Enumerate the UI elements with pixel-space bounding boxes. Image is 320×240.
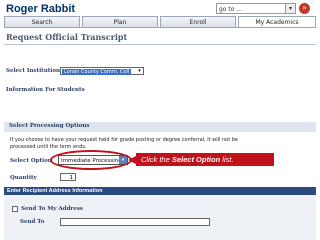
user-name: Roger Rabbit bbox=[6, 3, 76, 15]
goto-select-value: go to ... bbox=[219, 6, 243, 13]
institution-select[interactable]: Lorain County Comm. Coll ▾ bbox=[60, 67, 144, 75]
processing-section-header: Select Processing Options bbox=[4, 122, 316, 132]
callout-suffix: list. bbox=[220, 155, 234, 164]
go-button[interactable]: » bbox=[299, 3, 310, 14]
title-divider bbox=[4, 44, 316, 45]
page-title: Request Official Transcript bbox=[6, 32, 128, 42]
institution-select-value: Lorain County Comm. Coll bbox=[62, 69, 132, 75]
nav-tabs: Search Plan Enroll My Academics bbox=[4, 16, 316, 27]
quantity-label: Quantity bbox=[10, 175, 37, 181]
processing-note: If you choose to have your request held … bbox=[10, 137, 239, 150]
tab-my-academics[interactable]: My Academics bbox=[238, 16, 316, 27]
send-to-my-address-checkbox[interactable] bbox=[12, 206, 18, 212]
select-option-label: Select Option bbox=[10, 158, 52, 164]
tab-search[interactable]: Search bbox=[4, 16, 80, 27]
tab-enroll[interactable]: Enroll bbox=[160, 16, 236, 27]
instruction-callout: Click the Select Option list. bbox=[136, 153, 274, 166]
send-to-my-address-label: Send To My Address bbox=[21, 206, 84, 212]
quantity-input[interactable]: 1 bbox=[60, 173, 76, 181]
callout-emphasis: Select Option bbox=[171, 155, 221, 164]
chevron-down-icon[interactable]: ▾ bbox=[136, 68, 143, 74]
send-to-label: Send To bbox=[20, 219, 45, 225]
goto-select[interactable]: go to ... ▾ bbox=[216, 3, 296, 14]
callout-pointer bbox=[128, 156, 136, 164]
chevron-down-icon[interactable]: ▾ bbox=[285, 4, 295, 13]
send-to-input[interactable] bbox=[60, 218, 210, 226]
institution-label: Select Institution bbox=[6, 68, 60, 74]
tabs-divider bbox=[4, 27, 316, 28]
callout-prefix: Click the bbox=[141, 155, 172, 164]
address-section-header: Enter Recipient Address Information bbox=[4, 187, 316, 195]
tab-plan[interactable]: Plan bbox=[82, 16, 158, 27]
highlight-ring bbox=[50, 150, 132, 170]
information-for-students-label: Information For Students bbox=[6, 87, 85, 93]
address-section-title: Enter Recipient Address Information bbox=[7, 188, 103, 194]
processing-section-title: Select Processing Options bbox=[9, 123, 90, 129]
